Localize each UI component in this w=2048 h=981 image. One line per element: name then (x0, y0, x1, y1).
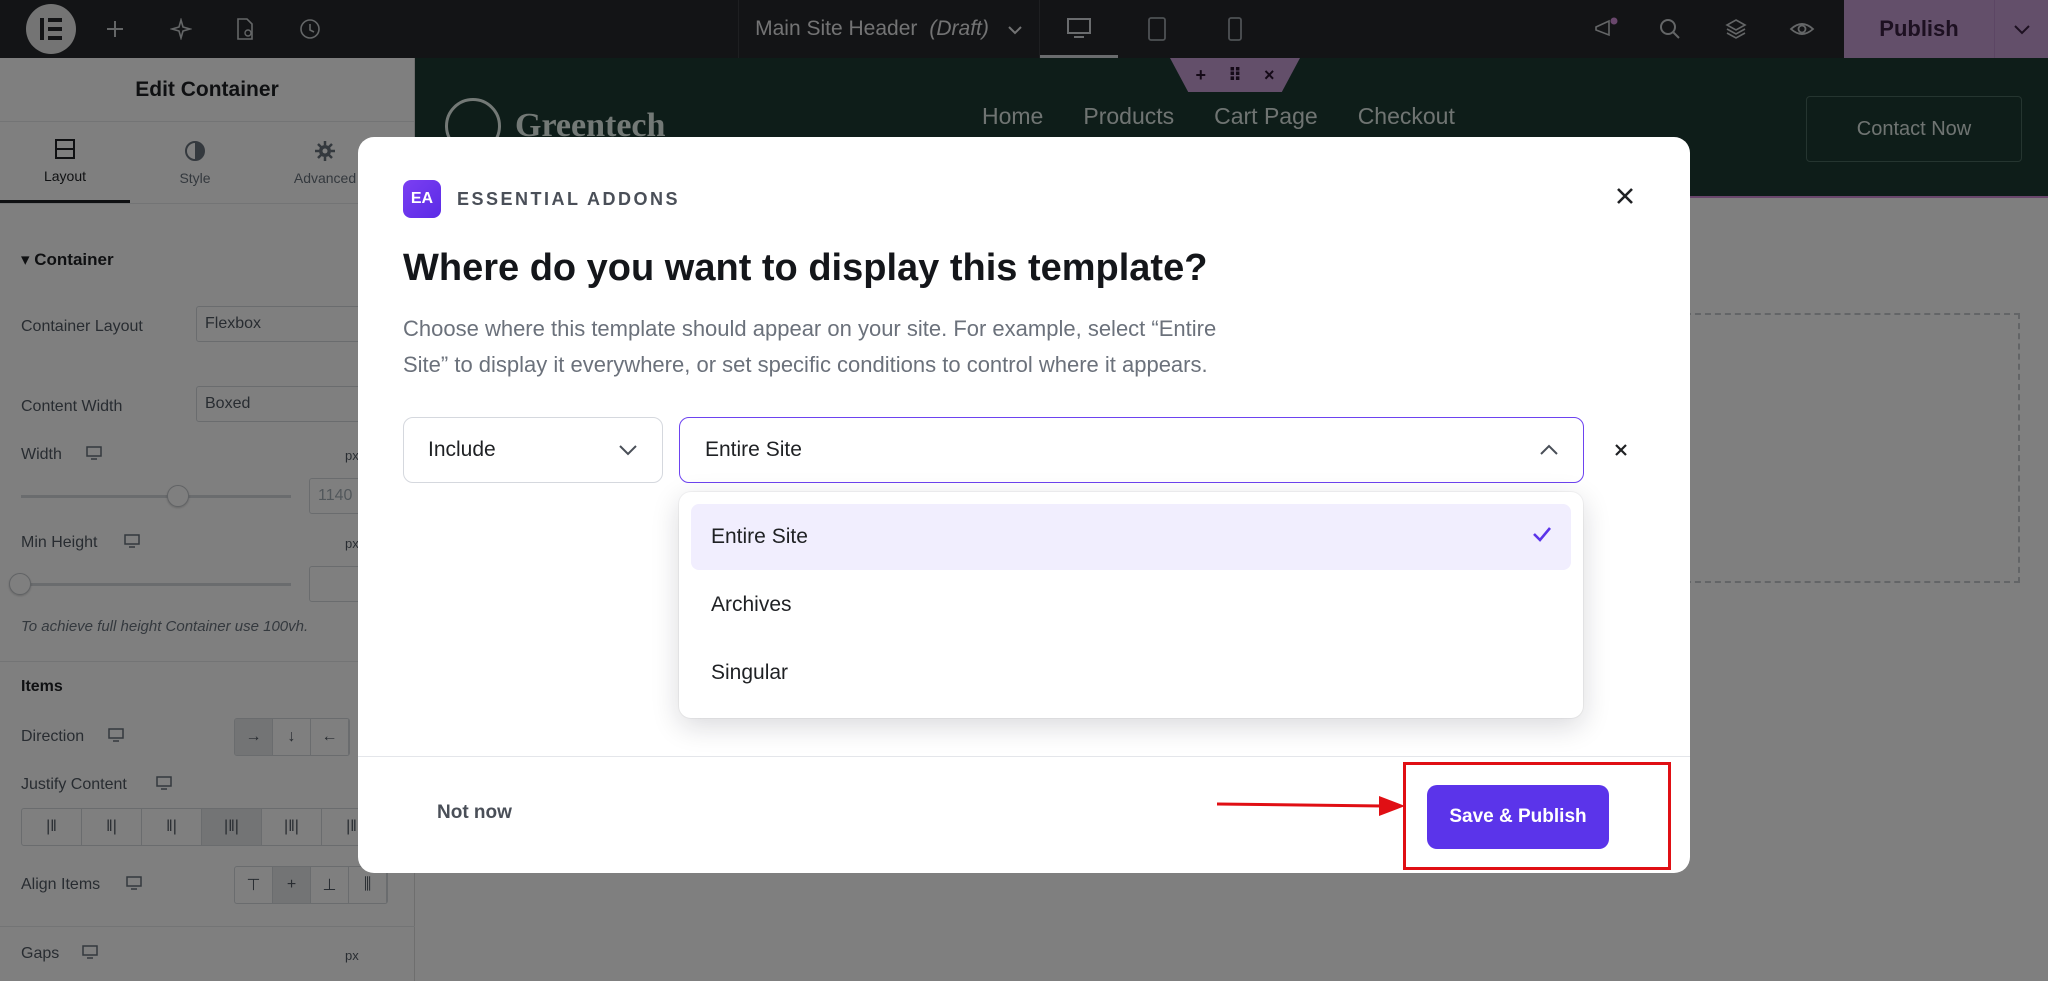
modal-description: Choose where this template should appear… (403, 311, 1243, 383)
include-select-value: Include (428, 438, 496, 461)
location-select-value: Entire Site (705, 438, 802, 461)
option-label: Entire Site (711, 525, 808, 548)
option-entire-site[interactable]: Entire Site (691, 504, 1571, 570)
include-exclude-select[interactable]: Include (403, 417, 663, 483)
not-now-button[interactable]: Not now (437, 802, 512, 824)
close-icon[interactable] (1608, 179, 1642, 213)
modal-description-line: Choose where this template should appear… (403, 316, 1217, 341)
option-label: Archives (711, 593, 792, 616)
modal-description-line: Site” to display it everywhere, or set s… (403, 352, 1208, 377)
modal-brand: EA ESSENTIAL ADDONS (403, 180, 680, 218)
chevron-up-icon (1539, 438, 1559, 462)
option-singular[interactable]: Singular (691, 640, 1571, 706)
location-dropdown-menu: Entire Site Archives Singular (679, 492, 1583, 718)
checkmark-icon (1531, 525, 1553, 549)
option-archives[interactable]: Archives (691, 572, 1571, 638)
chevron-down-icon (618, 438, 638, 462)
option-label: Singular (711, 661, 789, 684)
remove-condition-icon[interactable] (1604, 433, 1638, 467)
brand-name: ESSENTIAL ADDONS (457, 188, 681, 209)
annotation-arrow-icon (1216, 796, 1405, 816)
location-select[interactable]: Entire Site (679, 417, 1584, 483)
highlight-box (1403, 762, 1671, 870)
essential-addons-logo-icon: EA (403, 180, 441, 218)
modal-title: Where do you want to display this templa… (403, 247, 1208, 289)
